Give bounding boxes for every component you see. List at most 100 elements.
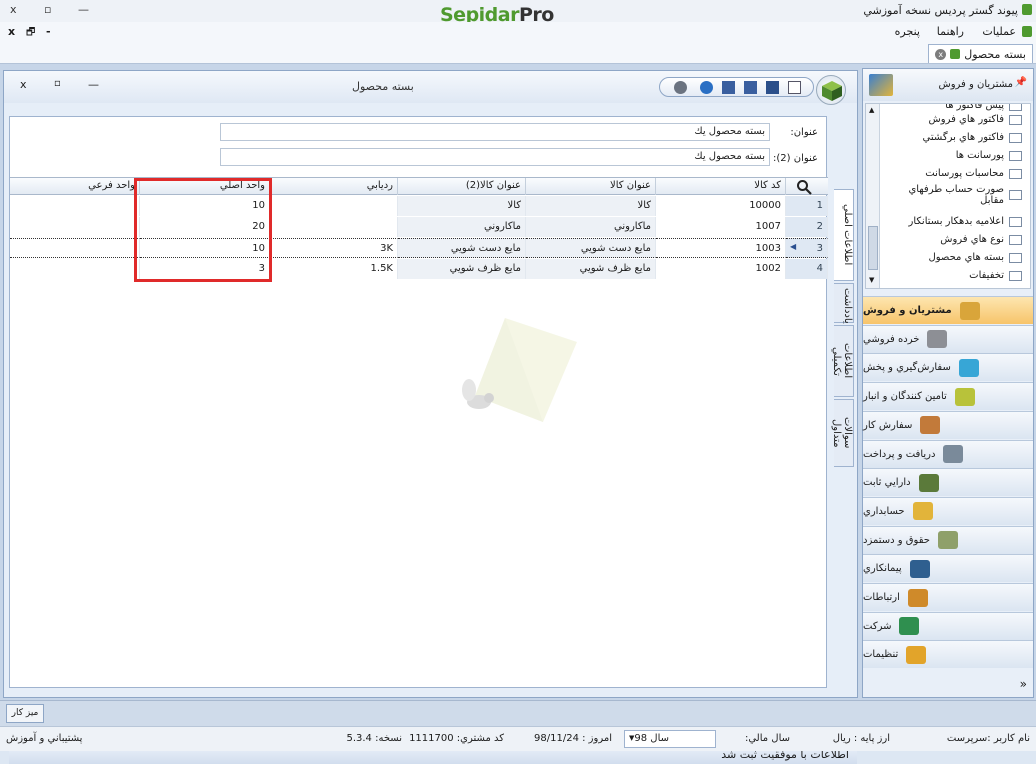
nav-accounting[interactable]: حسابداري	[863, 496, 1033, 525]
child-window-title: بسته محصول	[352, 80, 414, 93]
cell-sub-unit[interactable]	[10, 238, 140, 258]
nav-button-label: تنظيمات	[863, 649, 899, 661]
row-number[interactable]: 1	[786, 196, 828, 216]
task-bar: ميز كار	[0, 700, 1036, 726]
desktop-button[interactable]: ميز كار	[6, 704, 44, 723]
restore-app-icon[interactable]: ▫	[44, 3, 51, 16]
table-row[interactable]: 3 1.5K مايع ظرف شويي مايع ظرف شويي 1002 4	[10, 259, 828, 279]
cell-tracking[interactable]: 3K	[270, 238, 398, 258]
cell-title2[interactable]: كالا	[398, 196, 526, 216]
col-sub-unit[interactable]: واحد فرعي	[10, 178, 140, 195]
sepidar-watermark-icon	[455, 318, 579, 429]
nav-list-item-label: تخفيفات	[969, 270, 1004, 281]
menu-operations[interactable]: عمليات	[982, 25, 1016, 38]
tab-product-bundle[interactable]: بسته محصول x	[928, 44, 1033, 63]
report-icon	[1009, 132, 1022, 143]
table-row[interactable]: 20 ماكاروني ماكاروني 1007 2	[10, 217, 828, 237]
new-document-icon[interactable]	[788, 81, 801, 94]
nav-work-order[interactable]: سفارش كار	[863, 410, 1033, 439]
expand-nav-icon[interactable]: »	[1020, 677, 1027, 691]
cell-title2[interactable]: مايع ظرف شويي	[398, 259, 526, 279]
nav-retail[interactable]: خرده فروشي	[863, 324, 1033, 353]
close-app-icon[interactable]: x	[10, 3, 17, 16]
report-icon	[1009, 168, 1022, 179]
cell-title[interactable]: ماكاروني	[526, 217, 656, 237]
nav-list-item[interactable]: فاكتور هاي فروش	[882, 114, 1022, 125]
nav-list-item[interactable]: محاسبات پورسانت	[882, 168, 1022, 179]
tab-extra-info[interactable]: اطلاعات تكميلي	[831, 325, 854, 397]
nav-list-item[interactable]: بسته هاي محصول	[882, 252, 1022, 263]
nav-receipt-payment-icon	[943, 445, 964, 463]
mdi-close-icon[interactable]: x	[8, 25, 15, 38]
cell-title[interactable]: مايع ظرف شويي	[526, 259, 656, 279]
nav-list-item[interactable]: اعلاميه بدهكار بستانكار	[882, 216, 1022, 227]
cell-tracking[interactable]	[270, 196, 398, 216]
nav-list-item[interactable]: نوع هاي فروش	[882, 234, 1022, 245]
col-title2[interactable]: عنوان کالا(2)	[398, 178, 526, 195]
cell-tracking[interactable]: 1.5K	[270, 259, 398, 279]
tab-notes[interactable]: يادداشت	[834, 283, 854, 324]
scroll-up-icon[interactable]: ▲	[869, 106, 874, 114]
cell-title[interactable]: كالا	[526, 196, 656, 216]
nav-ordering[interactable]: سفارش‌گيري و پخش	[863, 353, 1033, 382]
tab-close-icon[interactable]: x	[935, 48, 947, 60]
mdi-minimize-icon[interactable]: -	[46, 25, 51, 38]
table-row[interactable]: 10 كالا كالا 10000 1	[10, 196, 828, 216]
cell-code[interactable]: 1007	[656, 217, 786, 237]
col-code[interactable]: کد کالا	[656, 178, 786, 195]
cell-sub-unit[interactable]	[10, 259, 140, 279]
support-link[interactable]: پشتيباني و آموزش	[6, 733, 82, 744]
nav-receipt-payment[interactable]: دريافت و پرداخت	[863, 439, 1033, 468]
print-icon[interactable]	[674, 81, 687, 94]
child-restore-icon[interactable]: ▫	[54, 78, 61, 89]
pin-icon[interactable]: 📌	[1015, 77, 1027, 88]
version: نسخه: 5.3.4	[346, 733, 402, 744]
title2-input[interactable]: بسته محصول يك	[220, 148, 770, 166]
cell-code[interactable]: 1003	[656, 238, 786, 258]
nav-communications-icon	[907, 588, 928, 607]
col-title[interactable]: عنوان کالا	[526, 178, 656, 195]
nav-list-item[interactable]: پيش فاكتور ها	[882, 104, 1022, 111]
cell-title2[interactable]: مايع دست شويي	[398, 238, 526, 258]
table-row[interactable]: 10 3K مايع دست شويي مايع دست شويي 1003 3 ◀	[10, 238, 828, 258]
nav-settings[interactable]: تنظيمات	[863, 640, 1033, 669]
scroll-thumb[interactable]	[868, 226, 878, 270]
nav-list-item[interactable]: پورسانت ها	[882, 150, 1022, 161]
child-close-icon[interactable]: x	[20, 78, 27, 91]
tab-main-info[interactable]: اطلاعات اصلي	[834, 189, 854, 281]
tab-faq[interactable]: سوالات متداول	[831, 399, 854, 467]
title-input[interactable]: بسته محصول يك	[220, 123, 770, 141]
nav-sales[interactable]: مشتريان و فروش	[863, 296, 1033, 324]
row-number[interactable]: 2	[786, 217, 828, 237]
cell-sub-unit[interactable]	[10, 217, 140, 237]
save-icon[interactable]	[766, 81, 779, 94]
col-tracking[interactable]: رديابي	[270, 178, 398, 195]
nav-list-item[interactable]: فاكتور هاي برگشتي	[882, 132, 1022, 143]
nav-communications[interactable]: ارتباطات	[863, 583, 1033, 611]
cell-title[interactable]: مايع دست شويي	[526, 238, 656, 258]
cell-title2[interactable]: ماكاروني	[398, 217, 526, 237]
nav-list-scrollbar[interactable]: ▲ ▼	[866, 104, 880, 288]
save-close-icon[interactable]	[722, 81, 735, 94]
cell-sub-unit[interactable]	[10, 196, 140, 216]
mdi-restore-icon[interactable]: 🗗	[26, 25, 35, 42]
nav-list-item[interactable]: تخفيفات	[882, 270, 1022, 281]
nav-contracting[interactable]: پيمانكاري	[863, 554, 1033, 583]
nav-list-item[interactable]: صورت حساب طرفهاي مقابل	[882, 184, 1022, 206]
minimize-app-icon[interactable]: —	[78, 3, 89, 16]
child-minimize-icon[interactable]: —	[88, 78, 99, 91]
menu-help[interactable]: راهنما	[937, 25, 964, 38]
nav-company[interactable]: شركت	[863, 611, 1033, 640]
cell-code[interactable]: 1002	[656, 259, 786, 279]
nav-fixed-assets[interactable]: دارايي ثابت	[863, 468, 1033, 497]
cell-tracking[interactable]	[270, 217, 398, 237]
scroll-down-icon[interactable]: ▼	[869, 276, 874, 284]
menu-window[interactable]: پنجره	[895, 25, 920, 38]
nav-payroll[interactable]: حقوق و دستمزد	[863, 525, 1033, 554]
row-number[interactable]: 4	[786, 259, 828, 279]
save-new-icon[interactable]	[744, 81, 757, 94]
cell-code[interactable]: 10000	[656, 196, 786, 216]
fiscal-year-select[interactable]: ▼ سال 98	[624, 730, 716, 748]
nav-suppliers[interactable]: تامين كنندگان و انبار	[863, 382, 1033, 411]
help-icon[interactable]	[700, 81, 713, 94]
